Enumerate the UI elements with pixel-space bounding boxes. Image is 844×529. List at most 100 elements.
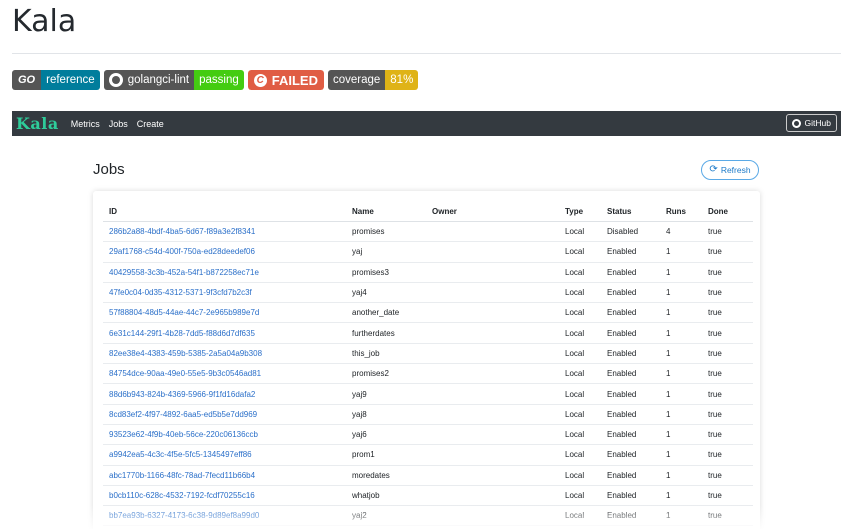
table-cell: 29af1768-c54d-400f-750a-ed28deedef06 <box>103 241 346 263</box>
job-type: Local <box>559 343 601 365</box>
job-done: true <box>702 383 753 405</box>
job-status: Enabled <box>601 282 660 304</box>
job-id-link[interactable]: 29af1768-c54d-400f-750a-ed28deedef06 <box>109 247 255 256</box>
lint-status: passing <box>194 70 244 90</box>
table-cell: 8cd83ef2-4f97-4892-6aa5-ed5b5e7dd969 <box>103 404 346 425</box>
job-done: true <box>702 363 753 385</box>
job-id-link[interactable]: b0cb110c-628c-4532-7192-fcdf70255c16 <box>109 491 255 500</box>
job-owner <box>426 444 559 466</box>
refresh-icon: ⟳ <box>709 164 718 175</box>
job-done: true <box>702 485 753 507</box>
reference-label: reference <box>41 70 100 90</box>
job-id-link[interactable]: 88d6b943-824b-4369-5966-9f1fd16dafa2 <box>109 390 255 399</box>
job-id-link[interactable]: 84754dce-90aa-49e0-55e5-9b3c0546ad81 <box>109 369 261 378</box>
table-cell: abc1770b-1166-48fc-78ad-7fecd11b66b4 <box>103 465 346 486</box>
job-id-link[interactable]: 40429558-3c3b-452a-54f1-b872258ec71e <box>109 268 259 277</box>
job-owner <box>426 485 559 507</box>
column-header-status: Status <box>601 201 660 222</box>
job-type: Local <box>559 322 601 344</box>
job-id-link[interactable]: 286b2a88-4bdf-4ba5-6d67-f89a3e2f8341 <box>109 227 255 236</box>
job-owner <box>426 302 559 324</box>
jobs-table-body: 286b2a88-4bdf-4ba5-6d67-f89a3e2f8341 prom… <box>103 221 753 527</box>
coverage-badge[interactable]: coverage 81% <box>327 70 419 90</box>
jobs-card: ID Name Owner Type Status Runs Done 286b… <box>93 191 760 529</box>
job-runs: 1 <box>660 262 702 283</box>
job-name: yaj8 <box>346 404 426 425</box>
job-id-link[interactable]: 8cd83ef2-4f97-4892-6aa5-ed5b5e7dd969 <box>109 410 257 419</box>
job-type: Local <box>559 465 601 486</box>
table-cell: 93523e62-4f9b-40eb-56ce-220c06136ccb <box>103 424 346 446</box>
table-cell: 6e31c144-29f1-4b28-7dd5-f88d6d7df635 <box>103 322 346 344</box>
job-done: true <box>702 444 753 466</box>
job-status: Enabled <box>601 485 660 507</box>
column-header-owner: Owner <box>426 201 559 222</box>
table-row: 8cd83ef2-4f97-4892-6aa5-ed5b5e7dd969 yaj8… <box>103 404 753 425</box>
job-owner <box>426 424 559 446</box>
job-status: Enabled <box>601 404 660 425</box>
job-done: true <box>702 241 753 263</box>
coverage-value: 81% <box>385 70 419 90</box>
job-runs: 1 <box>660 241 702 263</box>
golangci-lint-badge[interactable]: golangci-lint passing <box>103 70 244 90</box>
go-reference-badge[interactable]: GO reference <box>12 70 100 90</box>
job-owner <box>426 383 559 405</box>
job-id-link[interactable]: 47fe0c04-0d35-4312-5371-9f3cfd7b2c3f <box>109 288 252 297</box>
github-button[interactable]: GitHub <box>785 114 837 132</box>
job-id-link[interactable]: 93523e62-4f9b-40eb-56ce-220c06136ccb <box>109 430 258 439</box>
job-id-link[interactable]: 6e31c144-29f1-4b28-7dd5-f88d6d7df635 <box>109 329 255 338</box>
job-runs: 1 <box>660 404 702 425</box>
build-status-label: FAILED <box>271 72 318 88</box>
job-type: Local <box>559 262 601 283</box>
job-name: promises <box>346 221 426 243</box>
table-row: b0cb110c-628c-4532-7192-fcdf70255c16 what… <box>103 485 753 507</box>
table-cell: 40429558-3c3b-452a-54f1-b872258ec71e <box>103 262 346 283</box>
job-name: promises3 <box>346 262 426 283</box>
refresh-button[interactable]: ⟳ Refresh <box>701 160 759 180</box>
job-runs: 1 <box>660 444 702 466</box>
nav-link-create[interactable]: Create <box>137 119 164 129</box>
build-status-badge[interactable]: C FAILED <box>247 70 324 90</box>
table-row: 286b2a88-4bdf-4ba5-6d67-f89a3e2f8341 prom… <box>103 221 753 243</box>
brand-logo[interactable]: Kala <box>16 114 59 133</box>
job-name: yaj9 <box>346 383 426 405</box>
job-type: Local <box>559 383 601 405</box>
table-row: 40429558-3c3b-452a-54f1-b872258ec71e prom… <box>103 262 753 283</box>
table-row: 82ee38e4-4383-459b-5385-2a5a04a9b308 this… <box>103 343 753 365</box>
lint-label-section: golangci-lint <box>103 70 195 90</box>
job-done: true <box>702 221 753 243</box>
job-runs: 1 <box>660 343 702 365</box>
job-id-link[interactable]: bb7ea93b-6327-4173-6c38-9d89ef8a99d0 <box>109 511 259 520</box>
column-header-type: Type <box>559 201 601 222</box>
job-type: Local <box>559 221 601 243</box>
job-type: Local <box>559 505 601 527</box>
job-status: Enabled <box>601 241 660 263</box>
job-name: yaj6 <box>346 424 426 446</box>
table-row: 47fe0c04-0d35-4312-5371-9f3cfd7b2c3f yaj4… <box>103 282 753 304</box>
job-runs: 1 <box>660 465 702 486</box>
table-cell: b0cb110c-628c-4532-7192-fcdf70255c16 <box>103 485 346 507</box>
go-logo-icon: GO <box>12 70 42 90</box>
job-owner <box>426 363 559 385</box>
job-type: Local <box>559 485 601 507</box>
column-header-done: Done <box>702 201 753 222</box>
job-id-link[interactable]: 82ee38e4-4383-459b-5385-2a5a04a9b308 <box>109 349 262 358</box>
nav-link-metrics[interactable]: Metrics <box>71 119 100 129</box>
job-runs: 1 <box>660 383 702 405</box>
job-type: Local <box>559 404 601 425</box>
job-id-link[interactable]: a9942ea5-4c3c-4f5e-5fc5-1345497eff86 <box>109 450 252 459</box>
badge-row: GO reference golangci-lint passing C FAI… <box>12 70 419 90</box>
nav-link-jobs[interactable]: Jobs <box>109 119 128 129</box>
table-cell: 82ee38e4-4383-459b-5385-2a5a04a9b308 <box>103 343 346 365</box>
job-status: Disabled <box>601 221 660 243</box>
job-done: true <box>702 343 753 365</box>
job-status: Enabled <box>601 262 660 283</box>
table-cell: 286b2a88-4bdf-4ba5-6d67-f89a3e2f8341 <box>103 221 346 243</box>
job-id-link[interactable]: abc1770b-1166-48fc-78ad-7fecd11b66b4 <box>109 471 255 480</box>
table-row: 93523e62-4f9b-40eb-56ce-220c06136ccb yaj6… <box>103 424 753 446</box>
job-runs: 1 <box>660 424 702 446</box>
job-status: Enabled <box>601 363 660 385</box>
job-name: another_date <box>346 302 426 324</box>
job-name: promises2 <box>346 363 426 385</box>
job-id-link[interactable]: 57f88804-48d5-44ae-44c7-2e965b989e7d <box>109 308 259 317</box>
job-done: true <box>702 282 753 304</box>
